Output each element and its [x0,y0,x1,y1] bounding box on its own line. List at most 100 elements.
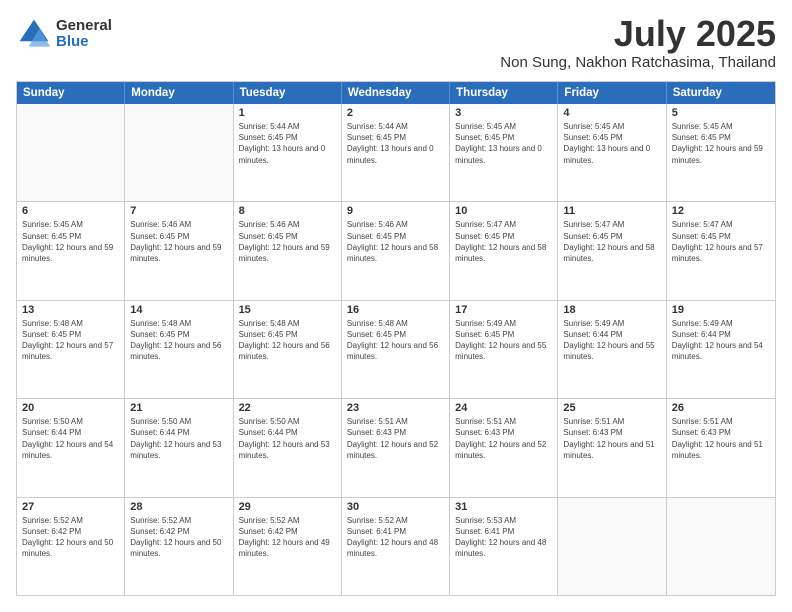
calendar-cell: 28 Sunrise: 5:52 AMSunset: 6:42 PMDayligh… [125,498,233,595]
day-info: Sunrise: 5:50 AMSunset: 6:44 PMDaylight:… [130,416,227,461]
day-number: 7 [130,205,227,217]
day-info: Sunrise: 5:51 AMSunset: 6:43 PMDaylight:… [563,416,660,461]
calendar-cell: 9Sunrise: 5:46 AMSunset: 6:45 PMDaylight… [342,202,450,299]
calendar-cell: 16Sunrise: 5:48 AMSunset: 6:45 PMDayligh… [342,301,450,398]
month-title: July 2025 [500,16,776,52]
day-info: Sunrise: 5:51 AMSunset: 6:43 PMDaylight:… [672,416,770,461]
calendar: SundayMondayTuesdayWednesdayThursdayFrid… [16,81,776,596]
day-info: Sunrise: 5:45 AMSunset: 6:45 PMDaylight:… [563,121,660,166]
day-info: Sunrise: 5:50 AMSunset: 6:44 PMDaylight:… [22,416,119,461]
day-number: 17 [455,304,552,316]
day-info: Sunrise: 5:47 AMSunset: 6:45 PMDaylight:… [563,219,660,264]
day-info: Sunrise: 5:45 AMSunset: 6:45 PMDaylight:… [455,121,552,166]
calendar-cell: 21Sunrise: 5:50 AMSunset: 6:44 PMDayligh… [125,399,233,496]
calendar-row-2: 6 Sunrise: 5:45 AMSunset: 6:45 PMDaylight… [17,201,775,299]
day-number: 6 [22,205,119,217]
day-number: 24 [455,402,552,414]
calendar-cell: 27 Sunrise: 5:52 AMSunset: 6:42 PMDayligh… [17,498,125,595]
calendar-cell: 24 Sunrise: 5:51 AMSunset: 6:43 PMDayligh… [450,399,558,496]
day-info: Sunrise: 5:47 AMSunset: 6:45 PMDaylight:… [455,219,552,264]
day-number: 31 [455,501,552,513]
day-info: Sunrise: 5:49 AMSunset: 6:45 PMDaylight:… [455,318,552,363]
day-info: Sunrise: 5:52 AMSunset: 6:42 PMDaylight:… [130,515,227,560]
day-info: Sunrise: 5:44 AMSunset: 6:45 PMDaylight:… [239,121,336,166]
day-number: 4 [563,107,660,119]
day-number: 25 [563,402,660,414]
header-day-thursday: Thursday [450,82,558,104]
calendar-cell: 4 Sunrise: 5:45 AMSunset: 6:45 PMDaylight… [558,104,666,201]
day-number: 18 [563,304,660,316]
header: General Blue July 2025 Non Sung, Nakhon … [16,16,776,71]
calendar-row-5: 27 Sunrise: 5:52 AMSunset: 6:42 PMDayligh… [17,497,775,595]
header-day-wednesday: Wednesday [342,82,450,104]
calendar-cell: 22 Sunrise: 5:50 AMSunset: 6:44 PMDayligh… [234,399,342,496]
calendar-row-1: 1 Sunrise: 5:44 AMSunset: 6:45 PMDaylight… [17,104,775,201]
day-number: 5 [672,107,770,119]
calendar-cell: 13Sunrise: 5:48 AMSunset: 6:45 PMDayligh… [17,301,125,398]
calendar-cell: 31 Sunrise: 5:53 AMSunset: 6:41 PMDayligh… [450,498,558,595]
day-number: 14 [130,304,227,316]
calendar-cell: 14 Sunrise: 5:48 AMSunset: 6:45 PMDayligh… [125,301,233,398]
logo: General Blue [16,16,112,52]
day-info: Sunrise: 5:46 AMSunset: 6:45 PMDaylight:… [347,219,444,264]
calendar-cell: 20 Sunrise: 5:50 AMSunset: 6:44 PMDayligh… [17,399,125,496]
day-info: Sunrise: 5:46 AMSunset: 6:45 PMDaylight:… [239,219,336,264]
calendar-cell: 5 Sunrise: 5:45 AMSunset: 6:45 PMDaylight… [667,104,775,201]
calendar-row-3: 13Sunrise: 5:48 AMSunset: 6:45 PMDayligh… [17,300,775,398]
day-number: 10 [455,205,552,217]
day-info: Sunrise: 5:50 AMSunset: 6:44 PMDaylight:… [239,416,336,461]
calendar-cell: 29 Sunrise: 5:52 AMSunset: 6:42 PMDayligh… [234,498,342,595]
page: General Blue July 2025 Non Sung, Nakhon … [0,0,792,612]
calendar-body: 1 Sunrise: 5:44 AMSunset: 6:45 PMDaylight… [17,104,775,595]
day-number: 28 [130,501,227,513]
day-number: 29 [239,501,336,513]
day-number: 2 [347,107,444,119]
day-number: 30 [347,501,444,513]
calendar-cell: 3 Sunrise: 5:45 AMSunset: 6:45 PMDaylight… [450,104,558,201]
header-day-saturday: Saturday [667,82,775,104]
day-number: 20 [22,402,119,414]
header-day-friday: Friday [558,82,666,104]
calendar-cell: 18 Sunrise: 5:49 AMSunset: 6:44 PMDayligh… [558,301,666,398]
day-info: Sunrise: 5:53 AMSunset: 6:41 PMDaylight:… [455,515,552,560]
day-info: Sunrise: 5:52 AMSunset: 6:42 PMDaylight:… [22,515,119,560]
day-info: Sunrise: 5:46 AMSunset: 6:45 PMDaylight:… [130,219,227,264]
calendar-cell: 23Sunrise: 5:51 AMSunset: 6:43 PMDayligh… [342,399,450,496]
day-number: 1 [239,107,336,119]
day-number: 22 [239,402,336,414]
day-number: 16 [347,304,444,316]
calendar-cell [17,104,125,201]
day-number: 26 [672,402,770,414]
day-info: Sunrise: 5:51 AMSunset: 6:43 PMDaylight:… [455,416,552,461]
day-info: Sunrise: 5:45 AMSunset: 6:45 PMDaylight:… [672,121,770,166]
day-info: Sunrise: 5:48 AMSunset: 6:45 PMDaylight:… [22,318,119,363]
day-number: 19 [672,304,770,316]
day-number: 12 [672,205,770,217]
day-info: Sunrise: 5:48 AMSunset: 6:45 PMDaylight:… [130,318,227,363]
calendar-cell [125,104,233,201]
calendar-cell: 30 Sunrise: 5:52 AMSunset: 6:41 PMDayligh… [342,498,450,595]
location-title: Non Sung, Nakhon Ratchasima, Thailand [500,54,776,71]
day-info: Sunrise: 5:49 AMSunset: 6:44 PMDaylight:… [672,318,770,363]
day-info: Sunrise: 5:49 AMSunset: 6:44 PMDaylight:… [563,318,660,363]
day-number: 11 [563,205,660,217]
calendar-cell: 8 Sunrise: 5:46 AMSunset: 6:45 PMDaylight… [234,202,342,299]
logo-icon [16,16,52,52]
day-info: Sunrise: 5:51 AMSunset: 6:43 PMDaylight:… [347,416,444,461]
day-number: 15 [239,304,336,316]
day-number: 8 [239,205,336,217]
day-info: Sunrise: 5:52 AMSunset: 6:41 PMDaylight:… [347,515,444,560]
day-number: 27 [22,501,119,513]
day-info: Sunrise: 5:44 AMSunset: 6:45 PMDaylight:… [347,121,444,166]
day-info: Sunrise: 5:45 AMSunset: 6:45 PMDaylight:… [22,219,119,264]
calendar-cell: 11 Sunrise: 5:47 AMSunset: 6:45 PMDayligh… [558,202,666,299]
header-day-tuesday: Tuesday [234,82,342,104]
calendar-cell [667,498,775,595]
day-info: Sunrise: 5:52 AMSunset: 6:42 PMDaylight:… [239,515,336,560]
calendar-cell: 6 Sunrise: 5:45 AMSunset: 6:45 PMDaylight… [17,202,125,299]
day-number: 3 [455,107,552,119]
calendar-header: SundayMondayTuesdayWednesdayThursdayFrid… [17,82,775,104]
day-info: Sunrise: 5:48 AMSunset: 6:45 PMDaylight:… [239,318,336,363]
logo-text: General Blue [56,18,112,51]
calendar-cell: 26 Sunrise: 5:51 AMSunset: 6:43 PMDayligh… [667,399,775,496]
